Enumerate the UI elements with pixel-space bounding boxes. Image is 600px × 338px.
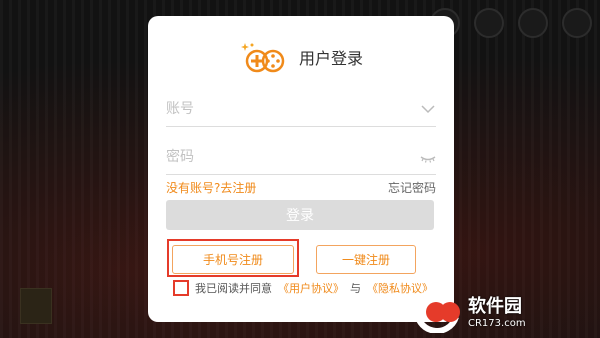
dialog-title: 用户登录 [298, 49, 363, 68]
agreement-text: 我已阅读并同意 [195, 282, 272, 295]
highlight-box [167, 239, 299, 277]
gamepad-logo-icon [240, 43, 285, 73]
background-toolbar [430, 8, 592, 38]
eye-hidden-icon[interactable] [420, 149, 436, 165]
site-watermark: 软件园 CR173.com [412, 287, 526, 333]
login-dialog: 用户登录 没有账号?去注册 忘记密码 登录 手机号注册 一键注册 我已阅读并同意… [148, 16, 454, 322]
dialog-header: 用户登录 [148, 40, 454, 74]
account-input[interactable] [166, 92, 420, 126]
agreement-checkbox[interactable] [173, 280, 189, 296]
auth-links: 没有账号?去注册 忘记密码 [166, 179, 436, 196]
password-input[interactable] [166, 140, 420, 174]
background-badge [20, 288, 52, 324]
chevron-down-icon[interactable] [420, 101, 436, 117]
user-agreement-link[interactable]: 《用户协议》 [278, 280, 344, 296]
forgot-password-link[interactable]: 忘记密码 [388, 179, 436, 196]
quick-register-button[interactable]: 一键注册 [316, 245, 416, 274]
account-field [166, 92, 436, 127]
agreement-row: 我已阅读并同意 《用户协议》 与 《隐私协议》 [173, 280, 433, 296]
register-link[interactable]: 没有账号?去注册 [166, 179, 256, 196]
watermark-logo-icon [413, 287, 460, 333]
background-icon [474, 8, 504, 38]
background-icon [562, 8, 592, 38]
login-button[interactable]: 登录 [166, 200, 434, 230]
watermark-name: 软件园 [468, 295, 522, 317]
watermark-url: CR173.com [468, 317, 526, 329]
password-field [166, 140, 436, 175]
agreement-conjunction: 与 [350, 282, 361, 295]
background-icon [518, 8, 548, 38]
